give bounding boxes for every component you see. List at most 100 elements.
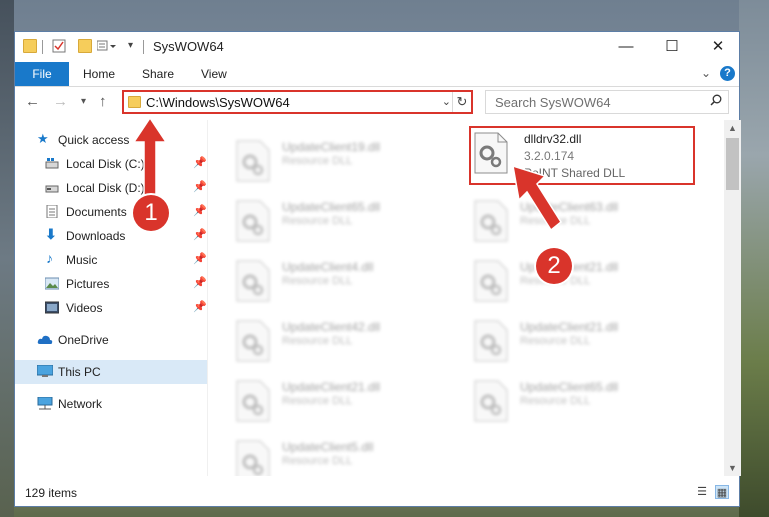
scroll-down-icon[interactable]: ▼ [724,460,741,476]
list-item[interactable]: UpdateClient21.dll Resource DLL [208,372,444,430]
dll-file-icon [474,200,508,242]
file-name: UpdateClient21.dll [282,380,381,394]
sidebar-item-onedrive[interactable]: OneDrive [15,328,207,352]
list-item[interactable]: UpdateClient4.dll Resource DLL [208,252,444,310]
file-type: Resource DLL [520,335,591,347]
dll-file-icon [236,380,270,422]
forward-arrow-icon[interactable]: → [53,93,68,110]
large-icons-view-icon[interactable]: ▦ [715,485,729,499]
dll-file-icon [236,260,270,302]
pin-icon[interactable]: 📌 [193,228,207,241]
list-item[interactable]: UpdateClient5.dll Resource DLL [208,432,444,476]
drive-d-icon [45,181,59,194]
search-input[interactable]: Search SysWOW64 [485,90,729,114]
list-item[interactable]: UpdateClient19.dll Resource DLL [208,132,444,190]
annotation-arrow-2 [512,164,562,232]
list-item[interactable]: UpdateClient65.dll Resource DLL [208,192,444,250]
sidebar-item-label: Documents [66,205,127,219]
tab-view[interactable]: View [201,62,227,86]
music-icon: ♪ [46,250,53,266]
sidebar-item-label: Network [58,397,103,411]
dll-file-icon [474,380,508,422]
file-name: UpdateClient19.dll [282,140,381,154]
pin-icon[interactable]: 📌 [193,156,207,169]
documents-icon [45,204,59,219]
videos-icon [44,301,60,314]
sidebar-item-label: Downloads [66,229,126,243]
folder-icon [128,96,141,108]
tab-file[interactable]: File [15,62,69,86]
details-view-icon[interactable]: ☰ [695,485,709,499]
pin-icon[interactable]: 📌 [193,276,207,289]
star-icon: ★ [37,131,49,146]
ribbon-tabs: File Home Share View ⌄ ? [15,62,739,87]
dll-file-icon [236,320,270,362]
vertical-scrollbar[interactable]: ▲ ▼ [724,120,741,476]
properties-icon[interactable] [52,39,66,53]
file-type: Resource DLL [282,215,353,227]
search-placeholder: Search SysWOW64 [495,95,611,110]
file-name: UpdateClient5.dll [282,440,374,454]
search-icon[interactable] [710,94,722,109]
up-arrow-icon[interactable]: ↑ [99,93,107,110]
dll-file-icon [236,440,270,476]
address-text[interactable]: C:\Windows\SysWOW64 [146,95,290,110]
dropdown-arrow-icon[interactable]: ▾ [128,39,142,53]
sidebar-item-pictures[interactable]: Pictures 📌 [15,272,207,296]
new-folder-icon[interactable] [78,39,92,53]
address-dropdown-icon[interactable]: ⌄ [442,95,451,108]
sidebar-item-downloads[interactable]: ⬇ Downloads 📌 [15,224,207,248]
sidebar-item-label: Quick access [58,133,130,147]
folder-icon [23,39,37,53]
sidebar-item-videos[interactable]: Videos 📌 [15,296,207,320]
drive-c-icon [45,157,59,170]
maximize-button[interactable]: ☐ [649,32,695,62]
pin-icon[interactable]: 📌 [193,300,207,313]
dll-file-icon [474,260,508,302]
downloads-icon: ⬇ [45,226,57,242]
title-bar: ▾ SysWOW64 — ☐ ✕ [15,32,739,62]
pin-icon[interactable]: 📌 [193,252,207,265]
address-bar[interactable]: C:\Windows\SysWOW64 ⌄ ↻ [122,90,473,114]
file-type: Resource DLL [282,455,353,467]
sidebar-item-network[interactable]: Network [15,392,207,416]
file-name: UpdateClient65.dll [520,380,619,394]
network-icon [37,396,53,410]
customize-toolbar-icon[interactable] [96,39,116,53]
refresh-icon[interactable]: ↻ [452,92,471,112]
file-name: UpdateClient21.dll [520,320,619,334]
sidebar-item-this-pc[interactable]: This PC [15,360,207,384]
dll-file-icon [236,200,270,242]
pin-icon[interactable]: 📌 [193,204,207,217]
file-explorer-window: ▾ SysWOW64 — ☐ ✕ File Home Share View ⌄ … [14,31,741,507]
sidebar-item-label: Pictures [66,277,110,291]
annotation-badge-2: 2 [536,248,572,284]
close-button[interactable]: ✕ [695,32,741,62]
scroll-thumb[interactable] [726,138,739,190]
minimize-button[interactable]: — [603,32,649,62]
file-name: UpdateClient65.dll [282,200,381,214]
tab-share[interactable]: Share [142,62,174,86]
scroll-up-icon[interactable]: ▲ [724,120,741,136]
onedrive-icon [37,333,53,346]
recent-locations-icon[interactable]: ▾ [81,96,86,107]
list-item[interactable]: UpdateClient42.dll Resource DLL [208,312,444,370]
annotation-badge-1: 1 [133,195,169,231]
file-type: Resource DLL [282,335,353,347]
sidebar-item-music[interactable]: ♪ Music 📌 [15,248,207,272]
list-item[interactable]: UpdateClient21.dll Resource DLL [446,312,682,370]
list-item[interactable]: UpdateClient65.dll Resource DLL [446,372,682,430]
tab-home[interactable]: Home [83,62,115,86]
desktop-background-right [739,0,769,517]
pictures-icon [44,277,60,290]
ribbon-expand-icon[interactable]: ⌄ [701,66,711,80]
help-icon[interactable]: ? [720,66,735,81]
file-name: UpdateClient4.dll [282,260,374,274]
sidebar-item-label: OneDrive [58,333,109,347]
sidebar-item-label: This PC [58,365,101,379]
highlight-box [469,126,695,185]
title-separator [42,40,43,54]
pin-icon[interactable]: 📌 [193,180,207,193]
title-separator-2 [143,40,144,54]
back-arrow-icon[interactable]: ← [25,93,40,110]
